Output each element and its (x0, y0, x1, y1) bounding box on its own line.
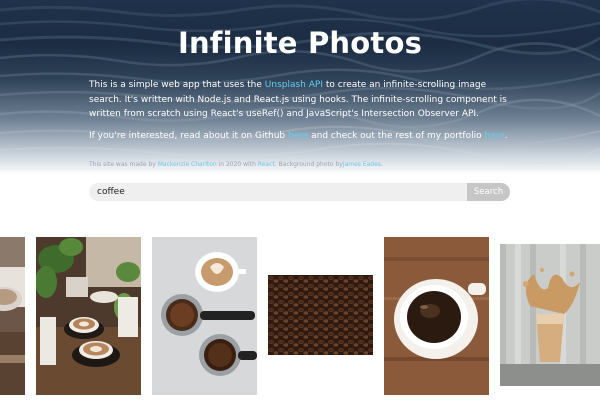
credit-text: in 2020 with (216, 161, 258, 168)
page-title: Infinite Photos (177, 26, 423, 60)
description-paragraph: This is a simple web app that uses the U… (89, 78, 519, 122)
react-link[interactable]: React (258, 161, 275, 168)
photo-latte-art-and-portafilters[interactable] (152, 237, 257, 395)
portfolio-paragraph: If you're interested, read about it on G… (89, 129, 519, 144)
search-button[interactable]: Search (467, 183, 510, 201)
github-link[interactable]: here (288, 131, 308, 141)
description-text: If you're interested, read about it on G… (89, 130, 288, 141)
photo-black-coffee-cup[interactable] (384, 237, 489, 395)
search-input[interactable] (89, 183, 467, 201)
unsplash-api-link[interactable]: Unsplash API (265, 80, 323, 90)
portfolio-link[interactable]: here (484, 131, 504, 141)
site-credit: This site was made by Mackenzie Charlton… (89, 161, 383, 168)
description-text: . (504, 130, 508, 141)
photo-iced-coffee-splash[interactable] (500, 244, 600, 386)
credit-text: . (380, 161, 383, 168)
author-link[interactable]: Mackenzie Charlton (158, 161, 217, 168)
photo-coffee-cup-partial[interactable] (0, 237, 25, 395)
credit-text: This site was made by (89, 161, 158, 168)
credit-text: . Background photo by (274, 161, 343, 168)
photo-lattes-with-plants[interactable] (36, 237, 141, 395)
hero-banner: Infinite Photos This is a simple web app… (0, 0, 600, 175)
description: This is a simple web app that uses the U… (89, 78, 519, 150)
photo-coffee-beans[interactable] (268, 275, 373, 355)
description-text: and check out the rest of my portfolio (308, 130, 485, 141)
description-text: This is a simple web app that uses the (89, 80, 265, 90)
photographer-link[interactable]: James Eades (343, 161, 381, 168)
search-bar: Search (89, 183, 510, 201)
